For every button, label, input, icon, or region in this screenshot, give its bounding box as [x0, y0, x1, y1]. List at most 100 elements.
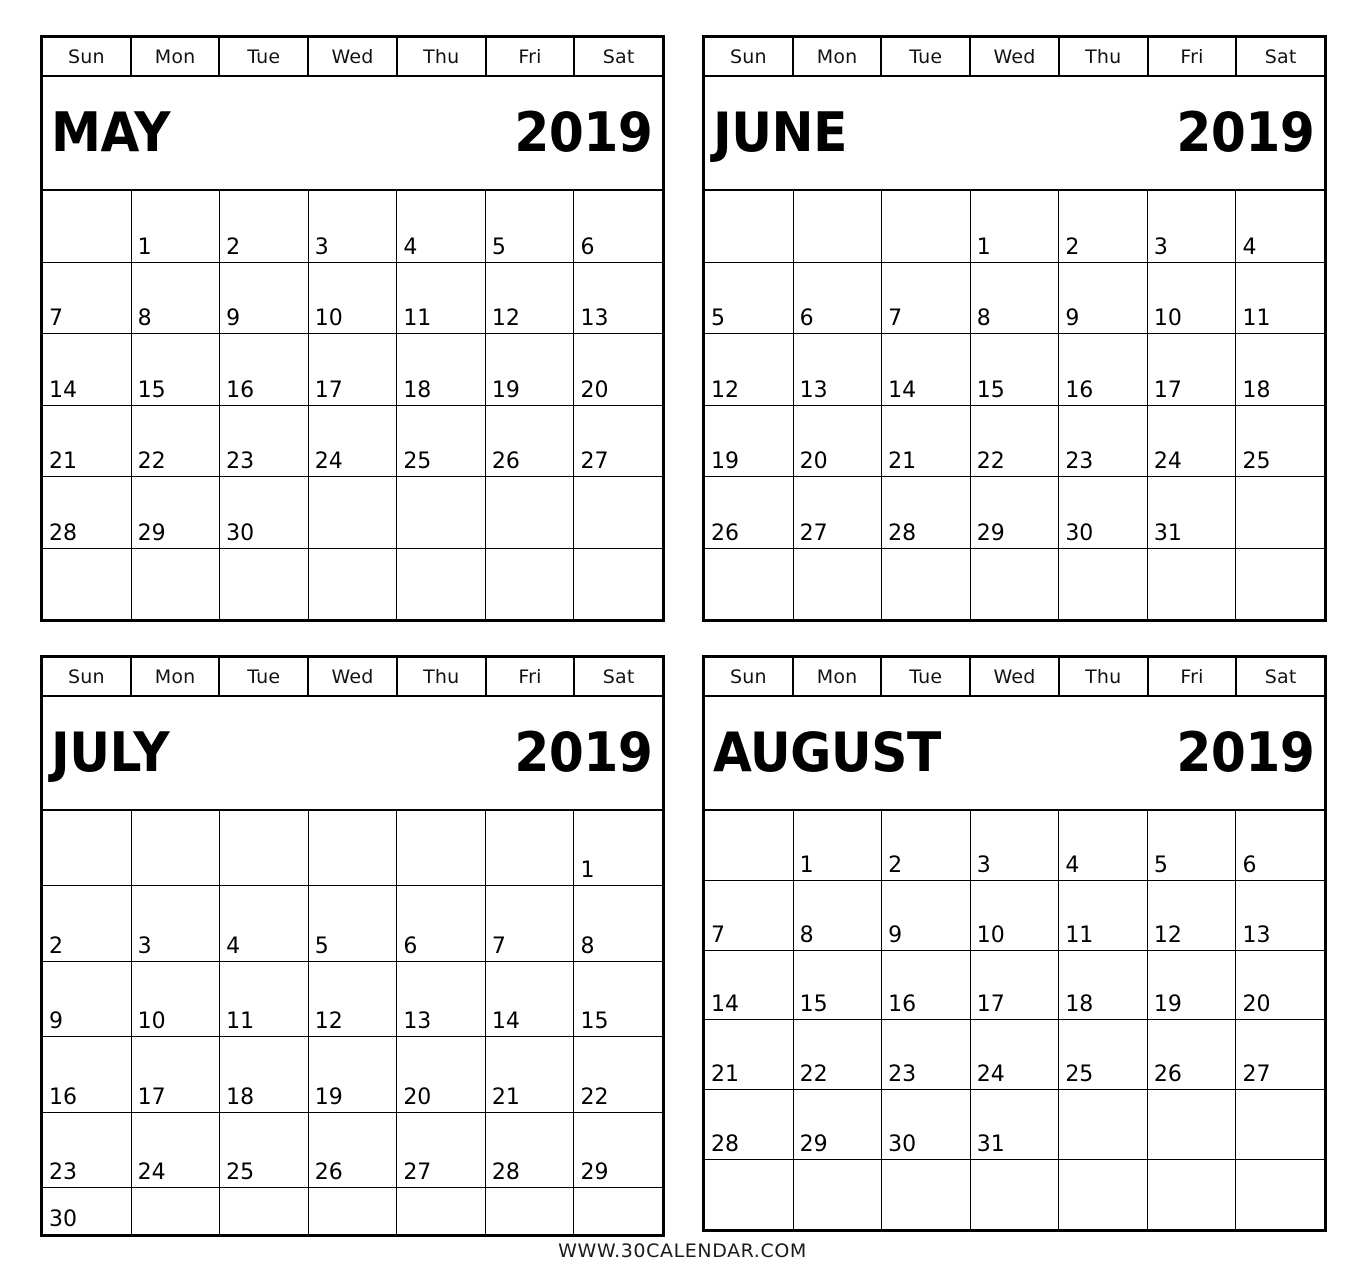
day-cell[interactable]	[1059, 1090, 1148, 1160]
day-cell[interactable]: 26	[705, 477, 794, 548]
day-cell[interactable]: 13	[1236, 881, 1324, 950]
day-cell[interactable]	[220, 811, 309, 886]
day-cell[interactable]: 16	[882, 950, 971, 1020]
day-cell[interactable]: 4	[397, 191, 486, 262]
day-cell[interactable]: 20	[397, 1037, 486, 1112]
day-cell[interactable]: 23	[1059, 405, 1148, 476]
day-cell[interactable]	[1148, 1160, 1237, 1229]
day-cell[interactable]	[882, 1160, 971, 1229]
day-cell[interactable]: 9	[1059, 262, 1148, 333]
day-cell[interactable]: 17	[309, 334, 398, 405]
day-cell[interactable]	[574, 477, 662, 548]
day-cell[interactable]	[486, 1188, 575, 1234]
day-cell[interactable]: 17	[971, 950, 1060, 1020]
day-cell[interactable]: 24	[309, 405, 398, 476]
day-cell[interactable]	[1236, 549, 1324, 620]
day-cell[interactable]	[132, 1188, 221, 1234]
day-cell[interactable]: 30	[220, 477, 309, 548]
day-cell[interactable]: 27	[397, 1112, 486, 1188]
day-cell[interactable]	[794, 548, 883, 619]
day-cell[interactable]: 30	[43, 1188, 132, 1234]
day-cell[interactable]: 17	[132, 1037, 221, 1112]
day-cell[interactable]	[309, 477, 398, 548]
day-cell[interactable]: 26	[486, 405, 575, 476]
day-cell[interactable]: 19	[1148, 950, 1237, 1020]
day-cell[interactable]: 16	[1059, 334, 1148, 405]
day-cell[interactable]: 1	[794, 811, 883, 880]
day-cell[interactable]: 2	[1059, 191, 1148, 262]
day-cell[interactable]: 9	[43, 961, 132, 1037]
day-cell[interactable]: 15	[971, 334, 1060, 405]
day-cell[interactable]: 26	[309, 1112, 398, 1188]
day-cell[interactable]	[1148, 548, 1237, 619]
day-cell[interactable]: 21	[43, 405, 132, 476]
day-cell[interactable]: 31	[1148, 477, 1237, 548]
day-cell[interactable]: 19	[486, 334, 575, 405]
day-cell[interactable]: 18	[220, 1037, 309, 1112]
day-cell[interactable]: 10	[1148, 262, 1237, 333]
day-cell[interactable]: 14	[486, 961, 575, 1037]
day-cell[interactable]: 28	[705, 1090, 794, 1160]
day-cell[interactable]	[309, 811, 398, 886]
day-cell[interactable]: 15	[574, 962, 662, 1036]
day-cell[interactable]: 27	[574, 406, 662, 477]
day-cell[interactable]: 29	[574, 1113, 662, 1187]
day-cell[interactable]	[132, 811, 221, 886]
day-cell[interactable]: 3	[309, 191, 398, 262]
day-cell[interactable]: 28	[882, 477, 971, 548]
day-cell[interactable]	[705, 1160, 794, 1229]
day-cell[interactable]	[1059, 548, 1148, 619]
day-cell[interactable]	[705, 811, 794, 880]
day-cell[interactable]: 24	[1148, 405, 1237, 476]
day-cell[interactable]: 4	[1236, 191, 1324, 262]
day-cell[interactable]: 8	[132, 262, 221, 333]
day-cell[interactable]: 1	[971, 191, 1060, 262]
day-cell[interactable]: 21	[705, 1020, 794, 1090]
day-cell[interactable]: 7	[882, 262, 971, 333]
day-cell[interactable]: 10	[309, 262, 398, 333]
day-cell[interactable]: 12	[1148, 880, 1237, 950]
day-cell[interactable]: 1	[574, 811, 662, 885]
day-cell[interactable]: 5	[1148, 811, 1237, 880]
day-cell[interactable]	[132, 548, 221, 619]
day-cell[interactable]: 8	[794, 880, 883, 950]
day-cell[interactable]: 3	[971, 811, 1060, 880]
day-cell[interactable]: 20	[794, 405, 883, 476]
day-cell[interactable]: 20	[574, 334, 662, 405]
day-cell[interactable]	[574, 549, 662, 620]
day-cell[interactable]: 23	[43, 1112, 132, 1188]
day-cell[interactable]: 7	[486, 886, 575, 961]
day-cell[interactable]	[705, 548, 794, 619]
day-cell[interactable]: 25	[1236, 406, 1324, 477]
day-cell[interactable]	[971, 1160, 1060, 1229]
day-cell[interactable]	[486, 548, 575, 619]
day-cell[interactable]	[397, 548, 486, 619]
day-cell[interactable]: 19	[309, 1037, 398, 1112]
day-cell[interactable]	[794, 1160, 883, 1229]
day-cell[interactable]: 6	[1236, 811, 1324, 880]
day-cell[interactable]: 29	[132, 477, 221, 548]
day-cell[interactable]	[220, 548, 309, 619]
day-cell[interactable]: 2	[882, 811, 971, 880]
day-cell[interactable]: 5	[486, 191, 575, 262]
day-cell[interactable]: 10	[132, 961, 221, 1037]
day-cell[interactable]: 23	[220, 405, 309, 476]
day-cell[interactable]	[574, 1188, 662, 1234]
day-cell[interactable]	[43, 811, 132, 886]
day-cell[interactable]: 7	[705, 880, 794, 950]
day-cell[interactable]	[43, 191, 132, 262]
day-cell[interactable]: 27	[794, 477, 883, 548]
day-cell[interactable]: 29	[971, 477, 1060, 548]
day-cell[interactable]: 22	[971, 405, 1060, 476]
day-cell[interactable]	[705, 191, 794, 262]
day-cell[interactable]	[794, 191, 883, 262]
day-cell[interactable]: 20	[1236, 951, 1324, 1020]
day-cell[interactable]: 18	[1059, 950, 1148, 1020]
day-cell[interactable]: 4	[220, 886, 309, 961]
day-cell[interactable]	[397, 1188, 486, 1234]
day-cell[interactable]: 4	[1059, 811, 1148, 880]
day-cell[interactable]: 5	[309, 886, 398, 961]
day-cell[interactable]: 6	[397, 886, 486, 961]
day-cell[interactable]	[486, 477, 575, 548]
day-cell[interactable]	[971, 548, 1060, 619]
